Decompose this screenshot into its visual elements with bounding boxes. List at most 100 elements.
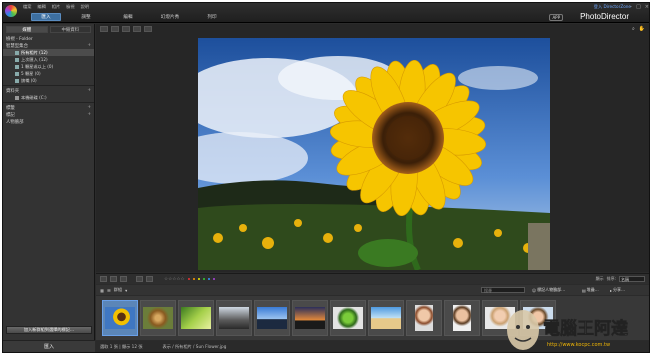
menu-edit[interactable]: 編輯	[37, 4, 45, 10]
mode-import-button[interactable]: 匯入	[31, 13, 61, 21]
sort-select[interactable]: 名稱	[619, 276, 645, 282]
tab-metadata[interactable]: 中繼資料	[49, 26, 91, 33]
mode-edit-button[interactable]: 編輯	[115, 13, 141, 21]
mode-slideshow-button[interactable]: 幻燈片秀	[153, 13, 187, 21]
thumbnail-snail[interactable]	[140, 300, 176, 336]
menu-photo[interactable]: 相片	[52, 4, 60, 10]
mode-adjust-button[interactable]: 調整	[73, 13, 99, 21]
close-icon[interactable]: ×	[645, 4, 649, 10]
thumbnail-man[interactable]	[444, 300, 480, 336]
tree-item-one-star[interactable]: 1 顆星或以上 (0)	[3, 63, 94, 70]
star-icon	[15, 64, 19, 69]
share-button[interactable]: ▸ 分享…	[610, 287, 625, 293]
loupe-view-icon[interactable]	[111, 26, 119, 32]
left-panel: 媒體 中繼資料 檢視 - Folder 智慧型集合 + 所有相片 (12) 上次…	[3, 24, 95, 352]
zoom-icon[interactable]: ⌕	[632, 26, 635, 32]
star-icon	[15, 71, 19, 76]
photos-icon	[15, 50, 19, 55]
tree-item-local-disk[interactable]: 本機磁碟 (C:)	[3, 94, 94, 101]
tree-item-flagged[interactable]: 旗幟 (0)	[3, 77, 94, 84]
tags-label: 標籤	[6, 105, 15, 111]
thumbnail-sunflower[interactable]	[102, 300, 138, 336]
color-label-yellow-icon[interactable]	[197, 278, 200, 280]
color-label-red-icon[interactable]	[187, 278, 190, 280]
stack-icon: ▤	[582, 287, 586, 293]
tags-header[interactable]: 標籤 +	[3, 104, 94, 111]
current-path: 表示 / 所有相片 / Sun Flower.jpg	[162, 344, 227, 349]
navigation-bar: ☆☆☆☆☆ 顯示 排序: 名稱	[96, 273, 649, 284]
group-label[interactable]: 群組	[114, 287, 122, 293]
photodirector-window: 檔案 編輯 相片 檢視 說明 匯入 調整 編輯 幻燈片秀 列印 登入 Direc…	[2, 2, 650, 353]
import-button[interactable]: 匯入	[3, 340, 95, 352]
smart-collections-label: 智慧型集合	[6, 43, 28, 49]
fit-icon[interactable]	[120, 276, 127, 282]
browser-toolbar: ▦ ☰ 群組 ▾ 搜尋 ☺ 標記人物臉部… ▤ 堆疊… ▸ 分享…	[96, 285, 649, 295]
search-input[interactable]: 搜尋	[481, 287, 525, 293]
mode-print-button[interactable]: 列印	[199, 13, 225, 21]
app-badge[interactable]: APP	[549, 14, 563, 21]
viewer-toolbar	[96, 24, 649, 34]
app-logo-icon	[5, 5, 17, 17]
survey-view-icon[interactable]	[133, 26, 141, 32]
chevron-down-icon[interactable]: ▾	[125, 288, 127, 293]
add-icon[interactable]: +	[87, 112, 91, 117]
add-group-button[interactable]: 加入新群組到選擇的標記…	[6, 326, 92, 334]
faces-header[interactable]: 人物臉部	[3, 118, 94, 125]
thumbnail-rocks[interactable]	[216, 300, 252, 336]
smart-collections-header[interactable]: 智慧型集合 +	[3, 42, 94, 49]
grid-view-icon[interactable]	[100, 26, 108, 32]
stack-button[interactable]: ▤ 堆疊…	[582, 287, 599, 293]
color-label-blue-icon[interactable]	[207, 278, 210, 280]
add-icon[interactable]: +	[87, 105, 91, 110]
left-tabs: 媒體 中繼資料	[3, 24, 94, 35]
main-photo	[198, 38, 550, 270]
menu-view[interactable]: 檢視	[66, 4, 74, 10]
reject-icon[interactable]	[146, 276, 153, 282]
compare-view-icon[interactable]	[122, 26, 130, 32]
minimize-icon[interactable]: –	[630, 4, 633, 10]
hand-icon[interactable]: ✋	[639, 26, 645, 32]
display-options-icon[interactable]	[144, 26, 152, 32]
rotate-left-icon[interactable]	[100, 276, 107, 282]
list-view-icon[interactable]: ☰	[107, 288, 111, 293]
view-header[interactable]: 檢視 - Folder	[3, 35, 94, 42]
thumbnail-green[interactable]	[178, 300, 214, 336]
flag-icon[interactable]	[136, 276, 143, 282]
faces-label: 人物臉部	[6, 119, 24, 125]
tree-item-last-import[interactable]: 上次匯入 (12)	[3, 56, 94, 63]
tree-item-five-stars[interactable]: 5 顆星 (0)	[3, 70, 94, 77]
tree-item-all-photos[interactable]: 所有相片 (12)	[3, 49, 94, 56]
thumbnail-view-icon[interactable]: ▦	[100, 288, 104, 293]
keywords-header[interactable]: 標記 +	[3, 111, 94, 118]
thumbnail-frog[interactable]	[330, 300, 366, 336]
watermark-url: http://www.kocpc.com.tw	[547, 342, 610, 348]
folders-header[interactable]: 資料夾 +	[3, 87, 94, 94]
add-icon[interactable]: +	[87, 88, 91, 93]
viewer-tools: ⌕ ✋	[632, 26, 645, 32]
thumbnail-beach[interactable]	[368, 300, 404, 336]
thumbnail-city[interactable]	[254, 300, 290, 336]
photo-viewer: ⌕ ✋	[96, 24, 649, 272]
sort-label: 排序:	[606, 276, 616, 281]
thumbnail-sunset[interactable]	[292, 300, 328, 336]
rotate-right-icon[interactable]	[110, 276, 117, 282]
title-bar: 檔案 編輯 相片 檢視 說明 匯入 調整 編輯 幻燈片秀 列印 登入 Direc…	[3, 3, 649, 23]
tag-faces-button[interactable]: ☺ 標記人物臉部…	[532, 287, 565, 293]
keywords-label: 標記	[6, 112, 15, 118]
maximize-icon[interactable]: □	[636, 4, 641, 10]
color-label-orange-icon[interactable]	[192, 278, 195, 280]
sort-controls: 顯示 排序: 名稱	[596, 276, 645, 282]
share-icon: ▸	[610, 287, 613, 293]
thumbnail-girl[interactable]	[406, 300, 442, 336]
flag-icon	[15, 78, 19, 83]
disk-icon	[15, 95, 19, 100]
tab-media[interactable]: 媒體	[6, 26, 48, 33]
directorzone-link[interactable]: 登入 DirectorZone	[594, 4, 631, 10]
color-label-purple-icon[interactable]	[212, 278, 215, 280]
rating-stars-icon[interactable]: ☆☆☆☆☆	[164, 277, 185, 282]
color-label-green-icon[interactable]	[202, 278, 205, 280]
menu-help[interactable]: 說明	[81, 4, 89, 10]
add-icon[interactable]: +	[87, 43, 91, 48]
divider	[3, 85, 94, 86]
menu-file[interactable]: 檔案	[23, 4, 31, 10]
